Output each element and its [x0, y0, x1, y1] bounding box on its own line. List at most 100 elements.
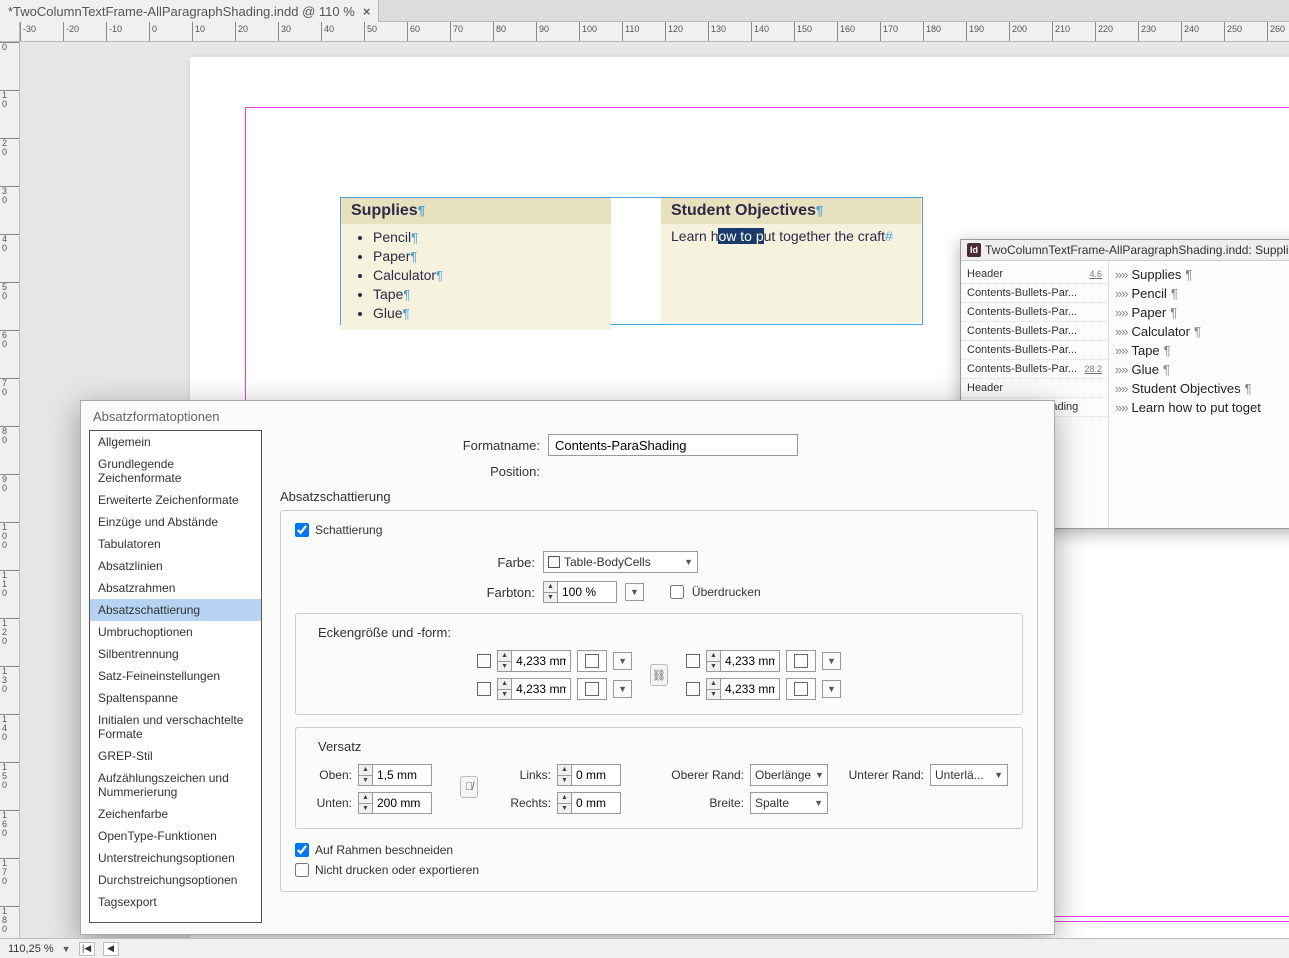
tint-label: Farbton:	[475, 585, 535, 600]
story-text-line[interactable]: »» Paper¶	[1109, 303, 1289, 322]
story-style-row[interactable]: Contents-Bullets-Par...	[961, 322, 1108, 341]
right-label: Rechts:	[506, 796, 551, 810]
story-text-line[interactable]: »» Calculator¶	[1109, 322, 1289, 341]
list-item[interactable]: Paper¶	[373, 247, 601, 266]
category-item[interactable]: Absatzschattierung	[90, 599, 261, 621]
width-select[interactable]: Spalte▼	[750, 792, 828, 814]
do-not-print-checkbox[interactable]	[295, 863, 309, 877]
list-item[interactable]: Calculator¶	[373, 266, 601, 285]
category-item[interactable]: OpenType-Funktionen	[90, 825, 261, 847]
ruler-origin[interactable]	[0, 22, 20, 42]
story-style-row[interactable]: Contents-Bullets-Par...	[961, 341, 1108, 360]
list-item[interactable]: Glue¶	[373, 304, 601, 323]
corner-shape-bl[interactable]	[577, 678, 607, 700]
heading-objectives[interactable]: Student Objectives¶	[661, 198, 921, 224]
overprint-checkbox[interactable]	[670, 585, 684, 599]
category-item[interactable]: GREP-Stil	[90, 745, 261, 767]
color-label: Farbe:	[475, 555, 535, 570]
end-of-story-icon: #	[885, 228, 893, 244]
story-text-line[interactable]: »» Supplies¶	[1109, 265, 1289, 284]
corner-tr-spinner[interactable]: ▲▼	[706, 650, 780, 672]
category-item[interactable]: Absatzrahmen	[90, 577, 261, 599]
story-editor-titlebar[interactable]: Id TwoColumnTextFrame-AllParagraphShadin…	[961, 240, 1289, 261]
corner-tl-spinner[interactable]: ▲▼	[497, 650, 571, 672]
tint-spinner[interactable]: ▲▼	[543, 581, 617, 603]
clip-to-frame-label: Auf Rahmen beschneiden	[315, 843, 453, 857]
corner-shape-tr[interactable]	[786, 650, 816, 672]
clip-to-frame-checkbox[interactable]	[295, 843, 309, 857]
corner-shape-tl[interactable]	[577, 650, 607, 672]
vertical-ruler[interactable]: 0102030405060708090100110120130140150160…	[0, 42, 20, 938]
category-item[interactable]: Aufzählungszeichen und Nummerierung	[90, 767, 261, 803]
offset-right-spinner[interactable]: ▲▼	[557, 792, 621, 814]
supplies-body[interactable]: Pencil¶Paper¶Calculator¶Tape¶Glue¶	[341, 224, 611, 330]
category-item[interactable]: Tagsexport	[90, 891, 261, 913]
category-item[interactable]: Tabulatoren	[90, 533, 261, 555]
category-item[interactable]: Grundlegende Zeichenformate	[90, 453, 261, 489]
category-item[interactable]: Allgemein	[90, 431, 261, 453]
prev-page-button[interactable]: ◀	[103, 942, 119, 956]
corner-top-right-icon	[686, 654, 700, 668]
category-item[interactable]: Spaltenspanne	[90, 687, 261, 709]
story-text-column[interactable]: »» Supplies¶»» Pencil¶»» Paper¶»» Calcul…	[1109, 261, 1289, 527]
first-page-button[interactable]: |◀	[79, 942, 95, 956]
story-text-line[interactable]: »» Student Objectives¶	[1109, 379, 1289, 398]
category-item[interactable]: Umbruchoptionen	[90, 621, 261, 643]
corner-bottom-left-icon	[477, 682, 491, 696]
color-select[interactable]: Table-BodyCells ▼	[543, 551, 698, 573]
list-item[interactable]: Pencil¶	[373, 228, 601, 247]
category-item[interactable]: Zeichenfarbe	[90, 803, 261, 825]
close-icon[interactable]: ×	[363, 4, 371, 19]
story-style-row[interactable]: Header4.6	[961, 265, 1108, 284]
chevron-down-icon[interactable]: ▼	[822, 680, 841, 698]
heading-supplies[interactable]: Supplies¶	[341, 198, 611, 224]
category-item[interactable]: Durchstreichungsoptionen	[90, 869, 261, 891]
chevron-down-icon[interactable]: ▼	[613, 652, 632, 670]
story-style-row[interactable]: Contents-Bullets-Par...28.2	[961, 360, 1108, 379]
top-edge-select[interactable]: Oberlänge▼	[750, 764, 828, 786]
category-item[interactable]: Initialen und verschachtelte Formate	[90, 709, 261, 745]
paragraph-style-options-dialog: Absatzformatoptionen AllgemeinGrundlegen…	[80, 400, 1055, 935]
zoom-level[interactable]: 110,25 %	[8, 943, 54, 955]
story-text-line[interactable]: »» Glue¶	[1109, 360, 1289, 379]
story-editor-title: TwoColumnTextFrame-AllParagraphShading.i…	[985, 243, 1289, 257]
corner-shape-br[interactable]	[786, 678, 816, 700]
offset-bottom-spinner[interactable]: ▲▼	[358, 792, 432, 814]
corner-bl-spinner[interactable]: ▲▼	[497, 678, 571, 700]
story-text-line[interactable]: »» Learn how to put toget	[1109, 398, 1289, 417]
chevron-down-icon[interactable]: ▼	[613, 680, 632, 698]
category-item[interactable]: Absatzlinien	[90, 555, 261, 577]
chevron-down-icon[interactable]: ▼	[625, 583, 644, 601]
width-label: Breite:	[659, 796, 744, 810]
category-item[interactable]: Erweiterte Zeichenformate	[90, 489, 261, 511]
text-selection: ow to p	[718, 228, 763, 244]
objectives-body[interactable]: Learn how to put together the craft#	[661, 224, 921, 322]
offset-top-spinner[interactable]: ▲▼	[358, 764, 432, 786]
category-item[interactable]: Unterstreichungsoptionen	[90, 847, 261, 869]
story-text-line[interactable]: »» Tape¶	[1109, 341, 1289, 360]
horizontal-ruler[interactable]: -30-20-100102030405060708090100110120130…	[20, 22, 1289, 42]
shading-checkbox[interactable]	[295, 523, 309, 537]
story-style-row[interactable]: Contents-Bullets-Par...	[961, 303, 1108, 322]
story-style-row[interactable]: Header	[961, 379, 1108, 398]
chevron-down-icon[interactable]: ▼	[62, 944, 71, 954]
text-frame[interactable]: Supplies¶ Pencil¶Paper¶Calculator¶Tape¶G…	[340, 197, 923, 325]
category-item[interactable]: Silbentrennung	[90, 643, 261, 665]
shading-checkbox-label: Schattierung	[315, 523, 382, 537]
story-text-line[interactable]: »» Pencil¶	[1109, 284, 1289, 303]
category-item[interactable]: Einzüge und Abstände	[90, 511, 261, 533]
link-values-icon[interactable]: ⛓	[650, 664, 668, 686]
document-tab-title: *TwoColumnTextFrame-AllParagraphShading.…	[8, 4, 355, 19]
story-style-row[interactable]: Contents-Bullets-Par...	[961, 284, 1108, 303]
category-item[interactable]: Satz-Feineinstellungen	[90, 665, 261, 687]
bottom-edge-select[interactable]: Unterlä...▼	[930, 764, 1008, 786]
unlink-values-icon[interactable]: ⛓̸	[460, 776, 478, 798]
list-item[interactable]: Tape¶	[373, 285, 601, 304]
formatname-input[interactable]	[548, 434, 798, 456]
offset-left-spinner[interactable]: ▲▼	[557, 764, 621, 786]
chevron-down-icon[interactable]: ▼	[822, 652, 841, 670]
corner-br-spinner[interactable]: ▲▼	[706, 678, 780, 700]
category-list[interactable]: AllgemeinGrundlegende ZeichenformateErwe…	[89, 430, 262, 923]
corner-bottom-right-icon	[686, 682, 700, 696]
document-tab[interactable]: *TwoColumnTextFrame-AllParagraphShading.…	[0, 0, 379, 22]
